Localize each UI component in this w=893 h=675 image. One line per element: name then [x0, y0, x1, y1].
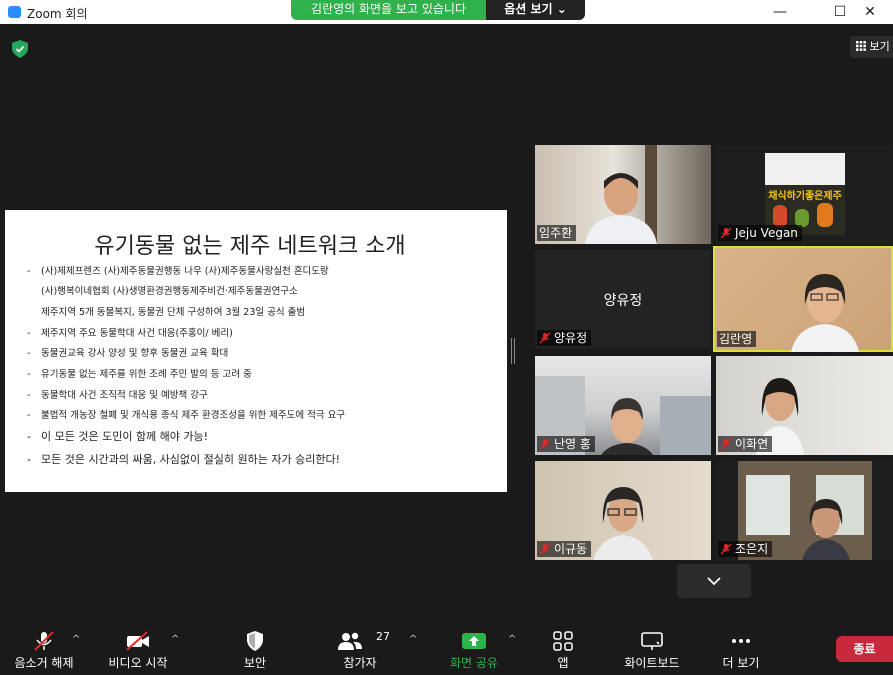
- whiteboard-icon: [641, 632, 663, 650]
- muted-mic-icon: [720, 543, 732, 555]
- chevron-down-icon: [707, 577, 721, 586]
- muted-mic-icon: [539, 332, 551, 344]
- muted-mic-icon: [720, 227, 732, 239]
- apps-button[interactable]: 앱: [538, 620, 588, 675]
- muted-mic-icon: [539, 543, 551, 555]
- unmute-label: 음소거 해제: [14, 656, 74, 670]
- participant-tile[interactable]: 이규동: [535, 461, 711, 560]
- apps-icon: [553, 631, 573, 651]
- unmute-button[interactable]: 음소거 해제: [4, 620, 84, 675]
- slide-line: -이 모든 것은 도민이 함께 해야 가능!: [27, 430, 209, 443]
- participants-label: 참가자: [343, 656, 377, 670]
- grid-icon: [856, 41, 866, 51]
- share-screen-button[interactable]: 화면 공유: [440, 620, 508, 675]
- slide-line: - (사)제제프렌즈 (사)제주동물권행동 나우 (사)제주동물사랑실천 혼디도랑: [27, 266, 329, 277]
- whiteboard-button[interactable]: 화이트보드: [612, 620, 692, 675]
- security-label: 보안: [243, 656, 267, 670]
- participant-nameplate: 조은지: [718, 541, 773, 557]
- close-button[interactable]: ✕: [847, 0, 893, 24]
- view-options-button[interactable]: 옵션 보기 ⌄: [486, 0, 585, 20]
- active-speaker-tile[interactable]: 김란영: [713, 246, 893, 352]
- participant-tile[interactable]: 조은지: [716, 461, 892, 560]
- share-options-caret-icon[interactable]: ^: [508, 634, 516, 645]
- security-button[interactable]: 보안: [225, 620, 285, 675]
- zoom-app-icon: [8, 6, 21, 18]
- shared-slide: 유기동물 없는 제주 네트워크 소개 - (사)제제프렌즈 (사)제주동물권행동 …: [5, 210, 507, 492]
- participant-center-name: 양유정: [603, 293, 643, 309]
- security-shield-icon: [247, 631, 263, 651]
- participant-nameplate: 임주환: [537, 225, 577, 241]
- participants-button[interactable]: 27 참가자: [325, 620, 395, 675]
- share-screen-upload-icon: [462, 633, 486, 649]
- slide-line: 제주지역 5개 동물복지, 동물권 단체 구성하여 3월 23일 공식 출범: [41, 307, 306, 318]
- participant-nameplate: 김란영: [717, 331, 757, 347]
- slide-line: - 동물권교육 강사 양성 및 향후 동물권 교육 확대: [27, 348, 229, 359]
- muted-mic-icon: [720, 438, 732, 450]
- share-screen-label: 화면 공유: [450, 656, 498, 670]
- more-ellipsis-icon: [732, 639, 750, 643]
- slide-line: - 모든 것은 시간과의 싸움, 사심없이 절실히 원하는 자가 승리한다!: [27, 453, 340, 466]
- participant-nameplate: Jeju Vegan: [718, 225, 802, 241]
- participants-count: 27: [376, 630, 390, 643]
- view-layout-button[interactable]: 보기: [850, 36, 893, 58]
- muted-microphone-icon: [34, 631, 54, 651]
- whiteboard-label: 화이트보드: [624, 656, 680, 670]
- encryption-shield-icon[interactable]: [12, 40, 28, 58]
- meeting-toolbar: 음소거 해제 ^ 비디오 시작 ^ 보안 27 참가자 ^ 화면 공유 ^ 앱 …: [0, 620, 893, 675]
- participant-nameplate: 난영 홍: [537, 436, 595, 452]
- gallery-scroll-down-button[interactable]: [677, 564, 751, 598]
- participant-tile[interactable]: 양유정 양유정: [535, 250, 711, 349]
- window-title: Zoom 회의: [27, 7, 88, 21]
- apps-label: 앱: [557, 656, 569, 670]
- participants-people-icon: [338, 632, 363, 650]
- more-label: 더 보기: [722, 656, 760, 670]
- screen-share-banner: 김란영의 화면을 보고 있습니다: [291, 0, 486, 20]
- audio-options-caret-icon[interactable]: ^: [72, 634, 80, 645]
- slide-line: - 유기동물 없는 제주를 위한 조례 주민 발의 등 고려 중: [27, 369, 252, 380]
- slide-line: (사)행복이네협회 (사)생명환경권행동제주비건·제주동물권연구소: [41, 286, 298, 297]
- participant-tile[interactable]: 이화연: [716, 356, 893, 455]
- participant-nameplate: 이규동: [537, 541, 592, 557]
- muted-mic-icon: [539, 438, 551, 450]
- minimize-button[interactable]: —: [757, 0, 803, 24]
- participants-options-caret-icon[interactable]: ^: [409, 634, 417, 645]
- panel-resize-handle[interactable]: [511, 338, 515, 364]
- participant-tile[interactable]: 임주환: [535, 145, 711, 244]
- participant-tile[interactable]: 채식하기좋은제주 Jeju Vegan: [716, 145, 892, 244]
- participant-nameplate: 양유정: [537, 330, 592, 346]
- participant-nameplate: 이화연: [718, 436, 773, 452]
- video-off-camera-icon: [126, 631, 149, 651]
- jeju-vegan-poster: 채식하기좋은제주: [765, 153, 845, 235]
- slide-line: - 제주지역 주요 동물학대 사건 대응(주홍이/ 베리): [27, 328, 233, 339]
- slide-line: - 동물학대 사건 조직적 대응 및 예방책 강구: [27, 390, 208, 401]
- start-video-button[interactable]: 비디오 시작: [98, 620, 178, 675]
- start-video-label: 비디오 시작: [108, 656, 168, 670]
- more-button[interactable]: 더 보기: [711, 620, 771, 675]
- slide-title: 유기동물 없는 제주 네트워크 소개: [94, 234, 406, 259]
- participant-tile[interactable]: 난영 홍: [535, 356, 711, 455]
- video-options-caret-icon[interactable]: ^: [171, 634, 179, 645]
- view-layout-label: 보기: [869, 40, 890, 53]
- slide-line: - 불법적 개농장 철폐 및 개식용 종식 제주 환경조성을 위한 제주도에 적극…: [27, 410, 346, 421]
- end-meeting-button[interactable]: 종료: [836, 636, 893, 662]
